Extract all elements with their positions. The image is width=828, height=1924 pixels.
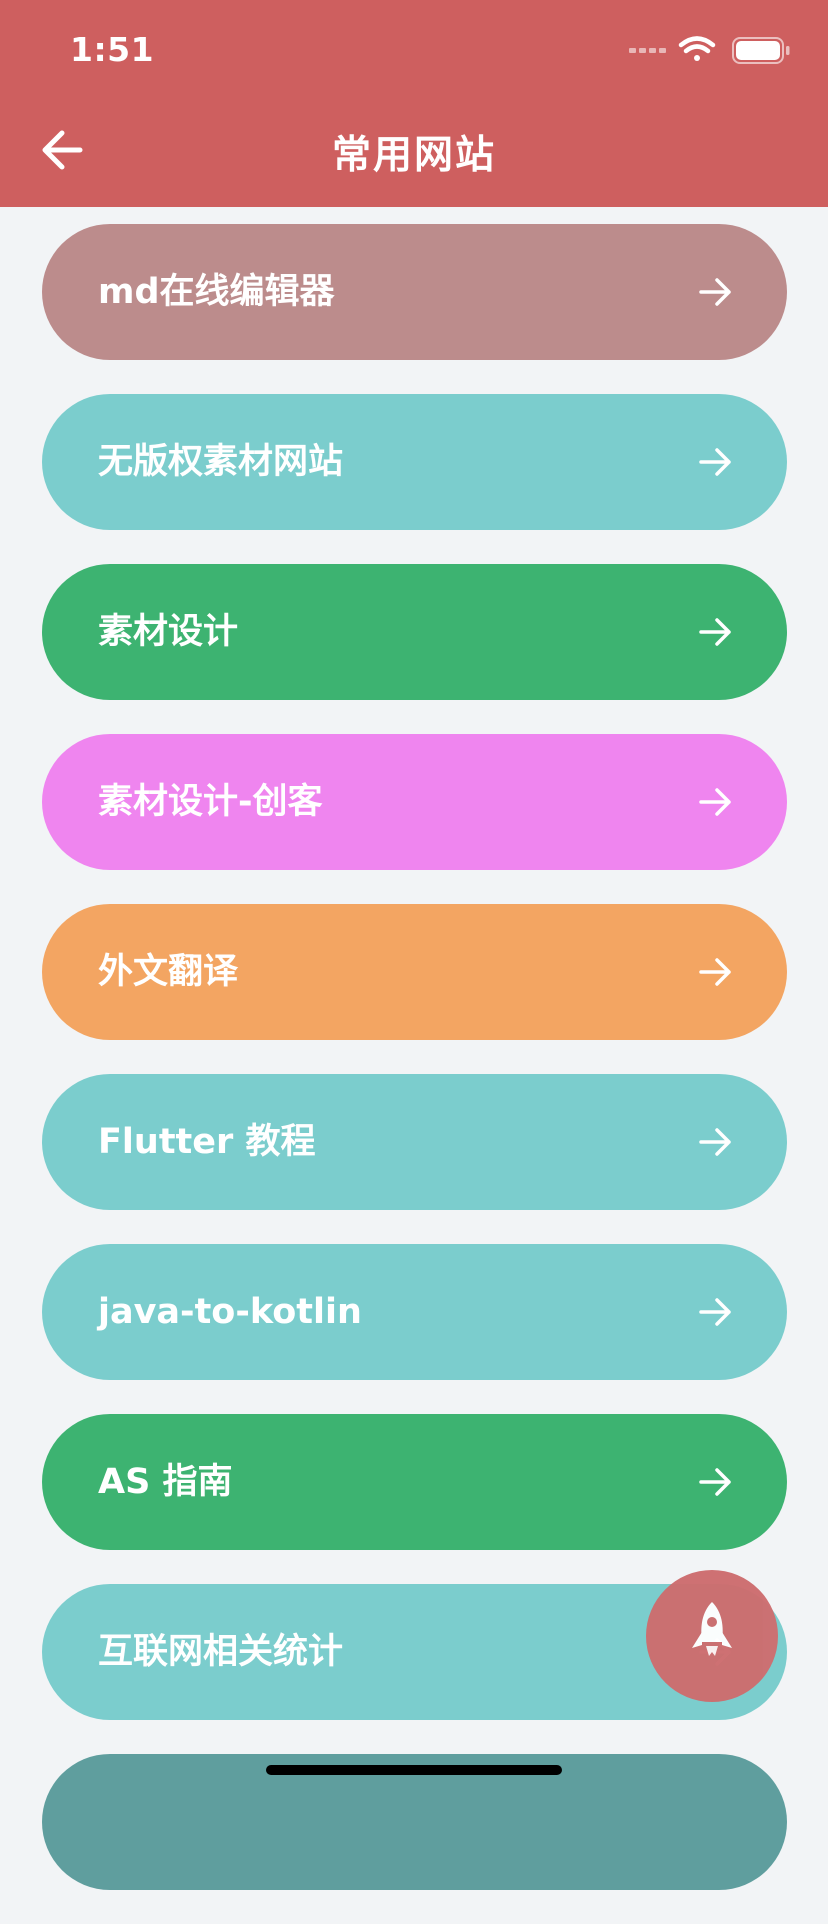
arrow-forward-icon (699, 448, 731, 476)
item-label: md在线编辑器 (98, 272, 335, 312)
list-item[interactable]: 无版权素材网站 (42, 394, 787, 530)
wifi-icon (678, 36, 716, 61)
app-bar: 1:51 常用网站 (0, 0, 828, 207)
list-item[interactable]: 外文翻译 (42, 904, 787, 1040)
battery-icon (732, 37, 790, 64)
item-label: 素材设计 (98, 612, 239, 652)
list-item[interactable]: Flutter 教程 (42, 1074, 787, 1210)
arrow-forward-icon (699, 618, 731, 646)
arrow-forward-icon (699, 278, 731, 306)
item-label: 无版权素材网站 (98, 442, 344, 482)
arrow-forward-icon (699, 1298, 731, 1326)
arrow-forward-icon (699, 788, 731, 816)
item-label: 素材设计-创客 (98, 782, 323, 822)
list-item[interactable]: 素材设计-创客 (42, 734, 787, 870)
list-item[interactable]: 素材设计 (42, 564, 787, 700)
arrow-forward-icon (699, 1128, 731, 1156)
signal-icon (629, 48, 666, 53)
status-time: 1:51 (70, 30, 155, 69)
rocket-fab-button[interactable] (646, 1570, 778, 1702)
list-item[interactable]: md在线编辑器 (42, 224, 787, 360)
rocket-icon (692, 1602, 732, 1656)
item-label: 外文翻译 (98, 952, 239, 992)
list-item[interactable]: AS 指南 (42, 1414, 787, 1550)
page-title: 常用网站 (331, 133, 496, 178)
item-label: 互联网相关统计 (98, 1632, 344, 1672)
list-item[interactable]: java-to-kotlin (42, 1244, 787, 1380)
status-icons (629, 34, 794, 68)
item-label: Flutter 教程 (98, 1122, 316, 1162)
item-label: AS 指南 (98, 1462, 233, 1502)
item-label: java-to-kotlin (98, 1292, 362, 1332)
arrow-forward-icon (699, 958, 731, 986)
arrow-forward-icon (699, 1468, 731, 1496)
home-indicator (266, 1765, 562, 1775)
